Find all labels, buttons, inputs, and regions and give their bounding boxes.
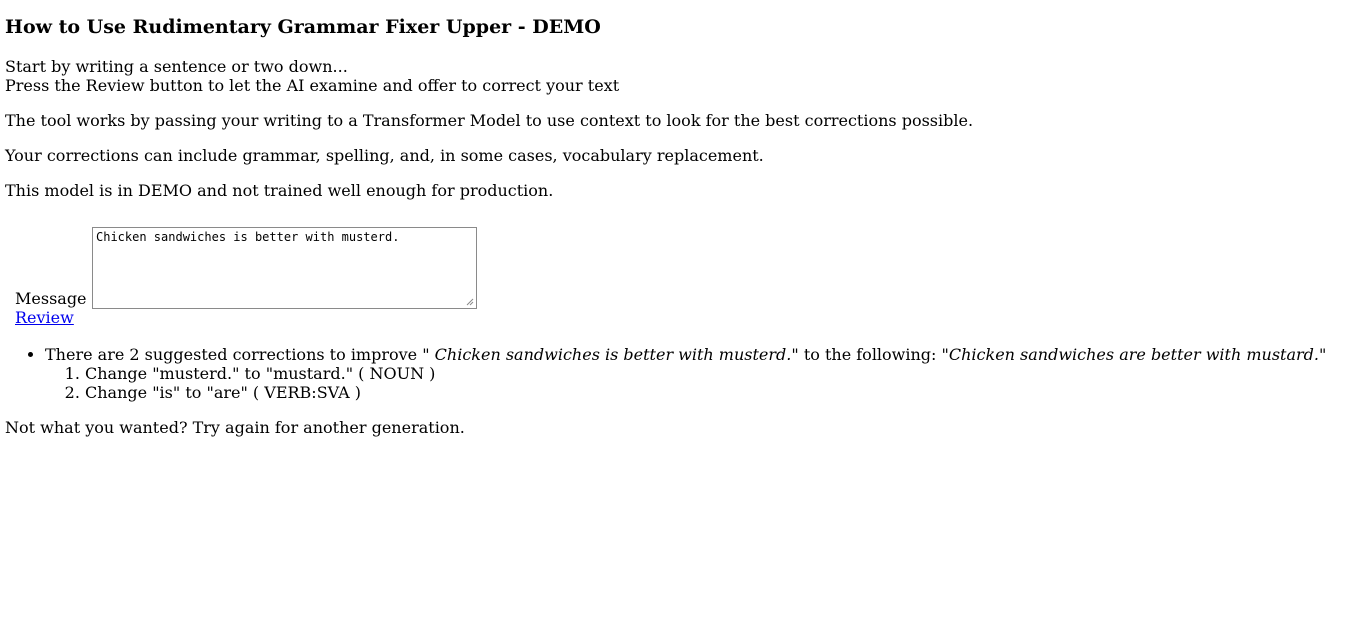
demo-notice: This model is in DEMO and not trained we… [5, 181, 554, 200]
corrected-text: Chicken sandwiches are better with musta… [948, 345, 1319, 364]
summary-suffix: " [1318, 345, 1327, 364]
resize-grip-icon[interactable] [465, 297, 474, 306]
correction-item: Change "musterd." to "mustard." ( NOUN ) [85, 364, 1348, 383]
tool-description: The tool works by passing your writing t… [5, 111, 974, 130]
review-link[interactable]: Review [15, 308, 74, 327]
summary-middle: " to the following: " [791, 345, 949, 364]
correction-item: Change "is" to "are" ( VERB:SVA ) [85, 383, 1348, 402]
message-form: Message Review [5, 227, 1348, 327]
intro-line-1: Start by writing a sentence or two down.… [5, 57, 348, 76]
message-textarea[interactable] [96, 230, 473, 306]
message-textarea-frame [92, 227, 477, 309]
intro-line-2: Press the Review button to let the AI ex… [5, 76, 620, 95]
results-list: There are 2 suggested corrections to imp… [5, 345, 1348, 402]
retry-message: Not what you wanted? Try again for anoth… [5, 418, 465, 437]
results-summary: There are 2 suggested corrections to imp… [45, 345, 1348, 402]
corrections-list: Change "musterd." to "mustard." ( NOUN )… [45, 364, 1348, 402]
page-title: How to Use Rudimentary Grammar Fixer Upp… [5, 16, 601, 38]
page-content: How to Use Rudimentary Grammar Fixer Upp… [5, 0, 1348, 437]
summary-prefix: There are 2 suggested corrections to imp… [45, 345, 430, 364]
original-text: Chicken sandwiches is better with muster… [429, 345, 792, 364]
message-label: Message [15, 289, 87, 308]
corrections-description: Your corrections can include grammar, sp… [5, 146, 764, 165]
